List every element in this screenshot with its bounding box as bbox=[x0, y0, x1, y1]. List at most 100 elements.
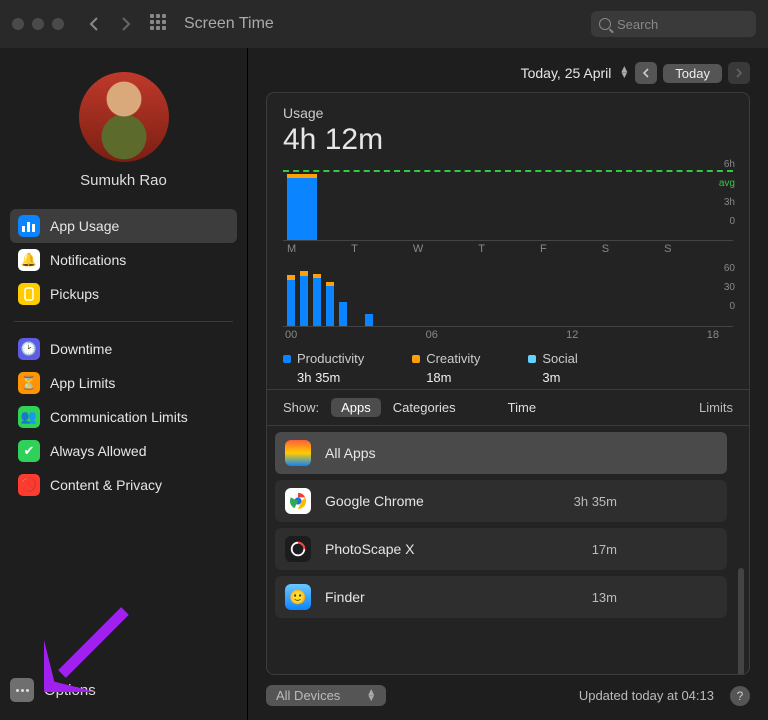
updated-label: Updated today at 04:13 bbox=[579, 688, 714, 703]
max-traffic-icon[interactable] bbox=[52, 18, 64, 30]
legend-item: Productivity 3h 35m bbox=[283, 351, 364, 385]
column-limits: Limits bbox=[699, 400, 733, 415]
scrollbar[interactable] bbox=[738, 568, 744, 675]
back-button[interactable] bbox=[82, 12, 106, 36]
forward-button[interactable] bbox=[114, 12, 138, 36]
y-tick: 0 bbox=[729, 301, 735, 312]
hour-bar bbox=[300, 276, 308, 326]
profile-block: Sumukh Rao bbox=[10, 72, 237, 189]
options-button[interactable]: Options bbox=[10, 678, 96, 702]
avatar[interactable] bbox=[79, 72, 169, 162]
device-selector[interactable]: All Devices ▲▼ bbox=[266, 685, 386, 706]
sidebar-item-label: Always Allowed bbox=[50, 443, 147, 459]
legend: Productivity 3h 35m Creativity 18m Socia… bbox=[283, 351, 733, 385]
sidebar-item-label: Pickups bbox=[50, 286, 99, 302]
app-row[interactable]: PhotoScape X 17m bbox=[275, 528, 727, 570]
sidebar-item-downtime[interactable]: 🕑 Downtime bbox=[10, 332, 237, 366]
sidebar-item-app-limits[interactable]: ⏳ App Limits bbox=[10, 366, 237, 400]
apps-grid-icon[interactable] bbox=[150, 14, 170, 34]
date-controls: Today, 25 April ▲▼ Today bbox=[266, 62, 750, 84]
sidebar-item-app-usage[interactable]: App Usage bbox=[10, 209, 237, 243]
x-tick: 06 bbox=[426, 329, 438, 341]
chart-bar-icon bbox=[18, 215, 40, 237]
sidebar-divider bbox=[14, 321, 233, 322]
legend-swatch bbox=[528, 355, 536, 363]
app-name: Finder bbox=[325, 589, 365, 605]
photoscape-icon bbox=[285, 536, 311, 562]
app-time: 17m bbox=[592, 542, 617, 557]
weekly-chart: 6h avg 3h 0 bbox=[283, 163, 733, 241]
bell-icon: 🔔 bbox=[18, 249, 40, 271]
main-panel: Today, 25 April ▲▼ Today Usage 4h 12m 6h bbox=[248, 48, 768, 720]
app-time: 13m bbox=[592, 590, 617, 605]
all-apps-icon bbox=[285, 440, 311, 466]
usage-label: Usage bbox=[283, 105, 733, 121]
sidebar-item-always-allowed[interactable]: ✔ Always Allowed bbox=[10, 434, 237, 468]
sidebar-item-communication-limits[interactable]: 👥 Communication Limits bbox=[10, 400, 237, 434]
column-time: Time bbox=[508, 400, 536, 415]
x-tick: 18 bbox=[707, 329, 719, 341]
app-row[interactable]: 🙂 Finder 13m bbox=[275, 576, 727, 618]
x-tick: 00 bbox=[285, 329, 297, 341]
chevron-left-icon bbox=[642, 68, 650, 78]
app-name: PhotoScape X bbox=[325, 541, 415, 557]
show-label: Show: bbox=[283, 400, 319, 415]
app-row[interactable]: Google Chrome 3h 35m bbox=[275, 480, 727, 522]
phone-icon bbox=[18, 283, 40, 305]
hour-bar bbox=[365, 314, 373, 326]
min-traffic-icon[interactable] bbox=[32, 18, 44, 30]
next-period-button[interactable] bbox=[728, 62, 750, 84]
legend-value: 3h 35m bbox=[297, 370, 364, 385]
help-button[interactable]: ? bbox=[730, 686, 750, 706]
stepper-icon: ▲▼ bbox=[366, 690, 376, 702]
window-title: Screen Time bbox=[184, 15, 274, 33]
sidebar-item-label: App Limits bbox=[50, 375, 115, 391]
x-tick: S bbox=[664, 243, 671, 255]
search-input[interactable]: Search bbox=[591, 11, 756, 37]
sidebar-item-pickups[interactable]: Pickups bbox=[10, 277, 237, 311]
check-icon: ✔ bbox=[18, 440, 40, 462]
y-tick: 30 bbox=[724, 282, 735, 293]
x-tick: M bbox=[287, 243, 296, 255]
chevron-right-icon bbox=[735, 68, 743, 78]
profile-name: Sumukh Rao bbox=[10, 172, 237, 189]
chrome-icon bbox=[285, 488, 311, 514]
segment-apps[interactable]: Apps bbox=[331, 398, 381, 417]
segment-categories[interactable]: Categories bbox=[393, 400, 456, 415]
ellipsis-icon bbox=[10, 678, 34, 702]
y-tick: 6h bbox=[724, 159, 735, 170]
sidebar-item-label: App Usage bbox=[50, 218, 119, 234]
prev-period-button[interactable] bbox=[635, 62, 657, 84]
legend-label: Creativity bbox=[426, 351, 480, 366]
usage-total: 4h 12m bbox=[283, 123, 733, 157]
x-tick: 12 bbox=[566, 329, 578, 341]
app-list[interactable]: All Apps Google Chrome 3h 35m PhotoScape… bbox=[267, 426, 749, 674]
sidebar-item-content-privacy[interactable]: 🚫 Content & Privacy bbox=[10, 468, 237, 502]
app-row-all[interactable]: All Apps bbox=[275, 432, 727, 474]
sidebar-item-label: Downtime bbox=[50, 341, 112, 357]
moon-icon: 🕑 bbox=[18, 338, 40, 360]
y-tick: avg bbox=[719, 178, 735, 189]
week-bar bbox=[287, 178, 317, 240]
titlebar: Screen Time Search bbox=[0, 0, 768, 48]
period-button[interactable]: Today bbox=[663, 64, 722, 83]
hourglass-icon: ⏳ bbox=[18, 372, 40, 394]
y-tick: 60 bbox=[724, 263, 735, 274]
stepper-icon[interactable]: ▲▼ bbox=[619, 67, 629, 79]
hour-bar bbox=[287, 280, 295, 326]
usage-card: Usage 4h 12m 6h avg 3h 0 M T bbox=[266, 92, 750, 675]
device-selector-label: All Devices bbox=[276, 688, 340, 703]
window-controls[interactable] bbox=[12, 18, 64, 30]
legend-swatch bbox=[283, 355, 291, 363]
hour-bar bbox=[339, 302, 347, 326]
x-tick: T bbox=[478, 243, 485, 255]
x-tick: T bbox=[351, 243, 358, 255]
search-icon bbox=[599, 18, 611, 30]
legend-label: Social bbox=[542, 351, 577, 366]
legend-value: 3m bbox=[542, 370, 577, 385]
sidebar-item-notifications[interactable]: 🔔 Notifications bbox=[10, 243, 237, 277]
legend-swatch bbox=[412, 355, 420, 363]
close-traffic-icon[interactable] bbox=[12, 18, 24, 30]
search-placeholder: Search bbox=[617, 17, 658, 32]
show-row: Show: Apps Categories Time Limits bbox=[267, 389, 749, 426]
